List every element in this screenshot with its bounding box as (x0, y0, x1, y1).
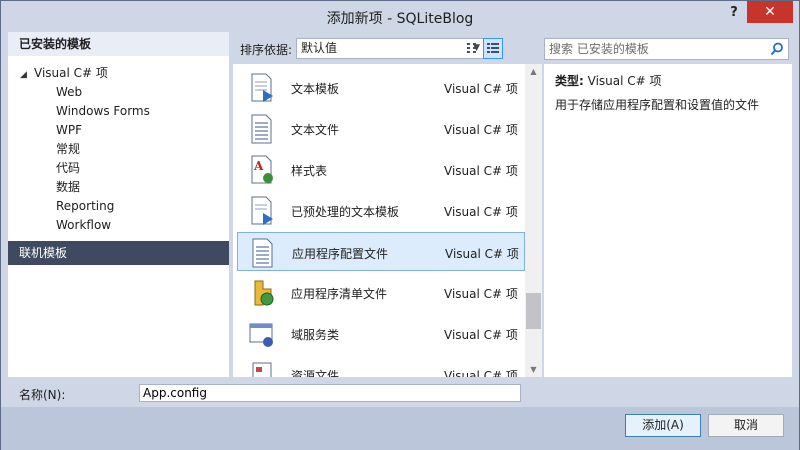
installed-templates-header[interactable]: 已安装的模板 (8, 32, 229, 56)
list-item[interactable]: 应用程序清单文件 Visual C# 项 (237, 273, 525, 312)
cancel-button[interactable]: 取消 (708, 414, 784, 437)
tree-item-code[interactable]: 代码 (8, 159, 229, 178)
sort-value: 默认值 (301, 41, 338, 55)
detail-type-label: 类型: (555, 74, 584, 88)
template-tree: ◢ Visual C# 项 Web Windows Forms WPF 常规 代码… (8, 64, 229, 235)
stylesheet-icon: A (251, 155, 273, 184)
scroll-thumb[interactable] (526, 293, 541, 329)
sort-label: 排序依据: (240, 43, 293, 57)
detail-description: 用于存储应用程序配置和设置值的文件 (555, 98, 760, 112)
template-list: 文本模板 Visual C# 项 文本文件 Visual C# 项 A 样式表 … (233, 64, 542, 377)
list-item[interactable]: 域服务类 Visual C# 项 (237, 314, 525, 353)
text-file-icon (251, 114, 272, 144)
tree-item-workflow[interactable]: Workflow (8, 216, 229, 235)
list-view-icon (487, 42, 499, 53)
vertical-scrollbar[interactable]: ▲ ▼ (525, 64, 542, 377)
name-label: 名称(N): (19, 388, 66, 402)
window-title: 添加新项 - SQLiteBlog (326, 11, 474, 27)
detail-type-value: Visual C# 项 (587, 74, 662, 88)
search-box[interactable] (544, 38, 789, 60)
tree-item-wpf[interactable]: WPF (8, 121, 229, 140)
search-icon[interactable] (770, 42, 784, 56)
list-item[interactable]: 文本文件 Visual C# 项 (237, 109, 525, 148)
small-icons-view-button[interactable] (462, 38, 482, 59)
preprocessed-template-icon (251, 196, 273, 225)
detail-pane: 类型: Visual C# 项 用于存储应用程序配置和设置值的文件 (544, 64, 792, 377)
tree-item-general[interactable]: 常规 (8, 140, 229, 159)
tree-item-windows-forms[interactable]: Windows Forms (8, 102, 229, 121)
detail-type: 类型: Visual C# 项 (555, 72, 662, 89)
close-button[interactable]: ✕ (747, 1, 793, 23)
tree-item-data[interactable]: 数据 (8, 178, 229, 197)
sort-dropdown[interactable]: 默认值 ▼ (296, 38, 486, 59)
name-field[interactable] (139, 384, 521, 402)
list-item[interactable]: 已预处理的文本模板 Visual C# 项 (237, 191, 525, 230)
tree-item-reporting[interactable]: Reporting (8, 197, 229, 216)
resource-file-icon (252, 362, 272, 377)
manifest-file-icon (254, 280, 274, 306)
expand-arrow-icon[interactable]: ◢ (20, 66, 34, 85)
list-item[interactable]: A 样式表 Visual C# 项 (237, 150, 525, 189)
list-item-selected[interactable]: 应用程序配置文件 Visual C# 项 (237, 232, 525, 271)
config-file-icon (252, 238, 273, 268)
online-templates-header[interactable]: 联机模板 (8, 241, 229, 265)
tree-item-visual-csharp[interactable]: ◢ Visual C# 项 (8, 64, 229, 83)
add-button[interactable]: 添加(A) (625, 414, 701, 437)
scroll-up-arrow-icon[interactable]: ▲ (525, 64, 542, 79)
domain-service-icon (249, 323, 273, 347)
list-view-button[interactable] (483, 38, 503, 59)
list-item[interactable]: 文本模板 Visual C# 项 (237, 68, 525, 107)
list-item[interactable]: 资源文件 Visual C# 项 (237, 355, 525, 377)
tree-item-web[interactable]: Web (8, 83, 229, 102)
search-input[interactable] (549, 41, 765, 57)
scroll-down-arrow-icon[interactable]: ▼ (525, 362, 542, 377)
sort-toolbar: 排序依据: 默认值 ▼ (233, 36, 533, 60)
grid-view-icon (467, 42, 476, 53)
template-tree-pane: 已安装的模板 ◢ Visual C# 项 Web Windows Forms WP… (8, 32, 229, 377)
add-new-item-dialog: 添加新项 - SQLiteBlog ? ✕ 已安装的模板 ◢ Visual C# … (0, 0, 800, 450)
help-button[interactable]: ? (723, 2, 745, 24)
svg-text:A: A (253, 159, 264, 173)
text-template-icon (251, 73, 273, 102)
title-bar: 添加新项 - SQLiteBlog ? ✕ (1, 1, 799, 32)
